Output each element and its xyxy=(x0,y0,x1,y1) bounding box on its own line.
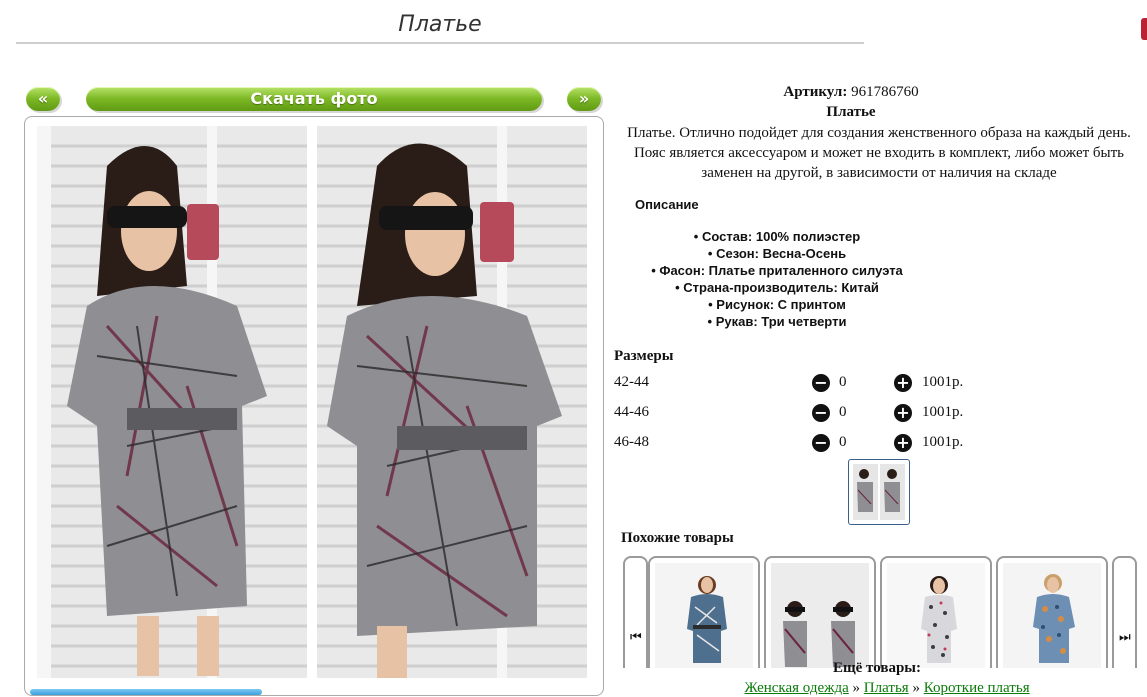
specs-list: Состав: 100% полиэстер Сезон: Весна-Осен… xyxy=(612,228,942,330)
minus-icon[interactable]: − xyxy=(812,374,830,392)
spec-item: Рукав: Три четверти xyxy=(612,313,942,330)
sku-value: 961786760 xyxy=(851,84,919,100)
photo-thumbnail[interactable] xyxy=(848,459,910,525)
size-price: 1001р. xyxy=(922,374,964,390)
sku-line: Артикул: 961786760 xyxy=(612,84,1090,101)
more-products-heading: Ещё товары: xyxy=(832,660,922,676)
quantity-value: 0 xyxy=(839,434,847,450)
size-label: 44-46 xyxy=(614,404,649,420)
bottom-blue-bar xyxy=(30,689,262,695)
minus-icon[interactable]: − xyxy=(812,404,830,422)
similar-product-card[interactable] xyxy=(880,556,992,668)
size-price: 1001р. xyxy=(922,434,964,450)
spec-item: Рисунок: С принтом xyxy=(612,296,942,313)
size-row: 46-48 − 0 + 1001р. xyxy=(614,434,994,454)
similar-heading: Похожие товары xyxy=(621,530,734,546)
plus-icon[interactable]: + xyxy=(894,374,912,392)
download-photo-button[interactable]: Скачать фото xyxy=(86,87,542,111)
similar-product-card[interactable] xyxy=(996,556,1108,668)
similar-product-card[interactable] xyxy=(648,556,760,668)
spec-item: Состав: 100% полиэстер xyxy=(612,228,942,245)
breadcrumb-separator: » xyxy=(912,680,920,696)
specs-heading: Описание xyxy=(635,197,699,212)
quantity-value: 0 xyxy=(839,404,847,420)
size-label: 42-44 xyxy=(614,374,649,390)
carousel-next-button[interactable]: ⏭ xyxy=(1112,556,1137,668)
plus-icon[interactable]: + xyxy=(894,404,912,422)
breadcrumb-link-short-dresses[interactable]: Короткие платья xyxy=(924,680,1030,696)
quantity-value: 0 xyxy=(839,374,847,390)
size-row: 42-44 − 0 + 1001р. xyxy=(614,374,994,394)
corner-decoration xyxy=(1141,18,1147,40)
next-photo-button[interactable]: » xyxy=(567,87,601,111)
sku-label: Артикул: xyxy=(783,84,848,100)
size-price: 1001р. xyxy=(922,404,964,420)
minus-icon[interactable]: − xyxy=(812,434,830,452)
spec-item: Фасон: Платье приталенного силуэта xyxy=(612,262,942,279)
carousel-prev-button[interactable]: ⏮ xyxy=(623,556,648,668)
breadcrumb: Женская одежда » Платья » Короткие плать… xyxy=(612,680,1147,697)
product-photo-left[interactable] xyxy=(37,126,307,678)
prev-photo-button[interactable]: « xyxy=(26,87,60,111)
sizes-heading: Размеры xyxy=(614,348,674,364)
similar-product-card[interactable] xyxy=(764,556,876,668)
plus-icon[interactable]: + xyxy=(894,434,912,452)
skip-back-icon: ⏮ xyxy=(630,630,642,645)
skip-forward-icon: ⏭ xyxy=(1119,630,1131,645)
product-description: Платье. Отлично подойдет для создания же… xyxy=(627,125,1131,181)
breadcrumb-separator: » xyxy=(852,680,861,696)
product-name: Платье xyxy=(826,104,876,120)
product-photo-frame xyxy=(24,116,604,696)
breadcrumb-link-dresses[interactable]: Платья xyxy=(864,680,909,696)
page-title: Платье xyxy=(398,12,482,37)
spec-item: Страна-производитель: Китай xyxy=(612,279,942,296)
size-row: 44-46 − 0 + 1001р. xyxy=(614,404,994,424)
spec-item: Сезон: Весна-Осень xyxy=(612,245,942,262)
product-photo-right[interactable] xyxy=(317,126,587,678)
size-label: 46-48 xyxy=(614,434,649,450)
title-divider xyxy=(16,42,864,44)
breadcrumb-link-womens-clothing[interactable]: Женская одежда xyxy=(744,680,848,696)
